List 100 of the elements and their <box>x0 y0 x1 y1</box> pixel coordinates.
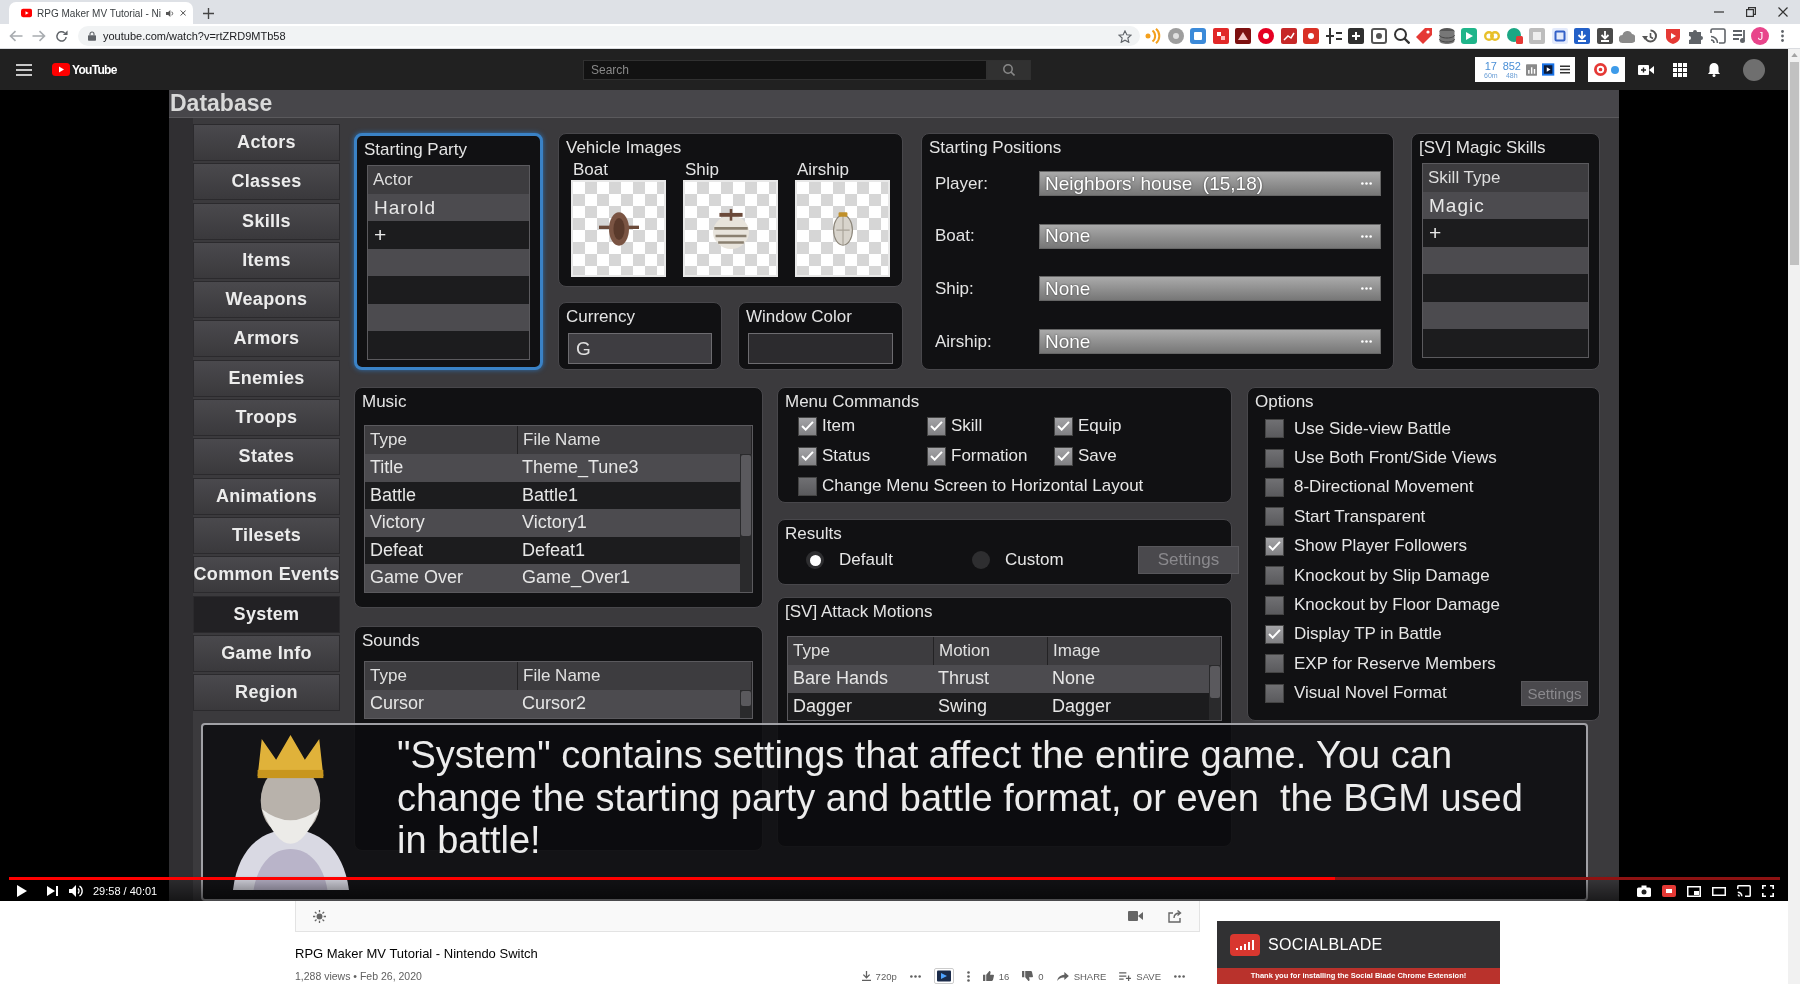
image-preview[interactable] <box>571 180 666 277</box>
like-button[interactable]: 16 <box>982 970 1010 982</box>
sidebar-button[interactable]: Enemies <box>193 359 340 397</box>
tile-icon[interactable] <box>1280 28 1297 44</box>
cloud-icon[interactable] <box>1619 28 1636 44</box>
table-row[interactable]: Title Theme_Tune3 <box>365 454 740 482</box>
radio-label[interactable]: Default <box>839 550 893 570</box>
checkbox-label[interactable]: Show Player Followers <box>1294 536 1467 557</box>
sidebar-button[interactable]: System <box>193 595 340 633</box>
checkbox-label[interactable]: Formation <box>951 446 1028 466</box>
progress-track[interactable] <box>9 877 1780 880</box>
sidebar-button[interactable]: Region <box>193 674 340 712</box>
download-tile-icon[interactable] <box>1574 28 1591 44</box>
cast-icon[interactable] <box>1709 28 1726 44</box>
tile-icon[interactable] <box>1190 28 1207 44</box>
menu-icon[interactable] <box>1559 65 1570 74</box>
ring-icon[interactable] <box>1594 63 1607 76</box>
sidebar-button[interactable]: Common Events <box>193 556 340 594</box>
share-button[interactable]: SHARE <box>1056 970 1107 982</box>
stack-icon[interactable] <box>1438 28 1455 44</box>
apps-grid-icon[interactable] <box>1673 62 1687 77</box>
sidebar-button[interactable]: Weapons <box>193 281 340 319</box>
close-icon[interactable] <box>179 9 186 17</box>
quality-button[interactable]: 720p <box>861 970 897 982</box>
restore-icon[interactable] <box>1746 7 1756 17</box>
checkbox[interactable] <box>798 446 817 466</box>
checkbox[interactable] <box>1265 536 1284 556</box>
magnifier-icon[interactable] <box>1393 28 1410 44</box>
share-icon[interactable] <box>1168 909 1182 923</box>
add-item-row[interactable]: + <box>1423 219 1588 247</box>
create-video-icon[interactable] <box>1638 63 1654 76</box>
puzzle-icon[interactable] <box>1687 28 1704 44</box>
checkbox-label[interactable]: Knockout by Floor Damage <box>1294 595 1500 616</box>
list-item[interactable]: Magic <box>1423 191 1588 219</box>
camera-icon[interactable] <box>1637 885 1651 897</box>
checkbox-label[interactable]: Equip <box>1078 416 1122 436</box>
checkbox-label[interactable]: Start Transparent <box>1294 506 1426 527</box>
disc-icon[interactable] <box>1257 28 1274 44</box>
table-row[interactable]: Cursor Cursor2 <box>365 690 740 718</box>
checkbox[interactable] <box>1265 477 1284 497</box>
theater-icon[interactable] <box>1712 886 1726 896</box>
sidebar-button[interactable]: Actors <box>193 124 340 161</box>
checkbox[interactable] <box>798 416 817 436</box>
checkbox[interactable] <box>1265 507 1284 527</box>
tile-icon[interactable] <box>1303 28 1320 44</box>
sidebar-button[interactable]: Items <box>193 241 340 279</box>
plus-icon[interactable] <box>203 8 214 19</box>
list-item[interactable]: Harold <box>368 193 529 221</box>
history-icon[interactable] <box>1642 28 1659 44</box>
disc-icon[interactable] <box>1506 28 1523 44</box>
dislike-button[interactable]: 0 <box>1022 970 1044 982</box>
checkbox[interactable] <box>1265 624 1284 644</box>
next-icon[interactable] <box>47 886 58 896</box>
tile-icon[interactable] <box>1551 28 1568 44</box>
checkbox[interactable] <box>1265 654 1284 674</box>
plus-lines-icon[interactable] <box>1325 28 1342 44</box>
scrollbar-thumb[interactable] <box>1789 62 1799 265</box>
sidebar-button[interactable]: Game Info <box>193 634 340 672</box>
currency-field[interactable]: G <box>568 333 712 364</box>
checkbox[interactable] <box>1265 595 1284 615</box>
checkbox-label[interactable]: Status <box>822 446 871 466</box>
shield-icon[interactable] <box>1664 28 1681 44</box>
miniplayer-icon[interactable] <box>1687 885 1701 897</box>
checkbox-label[interactable]: Save <box>1078 446 1117 466</box>
tile-icon[interactable] <box>1212 28 1229 44</box>
fullscreen-icon[interactable] <box>1762 885 1774 897</box>
play-tile-icon[interactable] <box>933 968 954 984</box>
checkbox-label[interactable]: Display TP in Battle <box>1294 624 1442 645</box>
checkbox-label[interactable]: Use Side-view Battle <box>1294 418 1451 439</box>
sidebar-button[interactable]: Armors <box>193 320 340 358</box>
tile-icon[interactable] <box>1348 28 1365 44</box>
bar-chart-icon[interactable] <box>1526 63 1538 76</box>
checkbox-label[interactable]: Change Menu Screen to Horizontal Layout <box>822 476 1144 496</box>
color-field[interactable] <box>748 333 893 364</box>
volume-icon[interactable] <box>69 885 83 897</box>
checkbox[interactable] <box>1265 566 1284 586</box>
table-row[interactable]: Victory Victory1 <box>365 509 740 537</box>
search-field[interactable]: Search <box>583 59 987 80</box>
kebab-icon[interactable] <box>966 970 970 982</box>
save-button[interactable]: SAVE <box>1119 970 1161 982</box>
checkbox[interactable] <box>798 476 817 496</box>
kebab-menu-icon[interactable] <box>1781 30 1785 42</box>
checkbox-label[interactable]: Visual Novel Format <box>1294 683 1447 704</box>
profile-button[interactable]: J <box>1751 27 1770 45</box>
radio-button[interactable] <box>806 551 824 569</box>
youtube-logo[interactable]: YouTube <box>52 62 117 77</box>
square-icon[interactable] <box>1370 28 1387 44</box>
video-camera-icon[interactable] <box>1128 911 1143 921</box>
play-icon[interactable] <box>17 885 27 897</box>
radio-label[interactable]: Custom <box>1005 550 1064 570</box>
bell-icon[interactable] <box>1707 62 1721 77</box>
sun-icon[interactable] <box>313 909 326 923</box>
image-preview[interactable] <box>683 180 778 277</box>
checkbox-label[interactable]: EXP for Reserve Members <box>1294 653 1496 674</box>
address-field[interactable]: youtube.com/watch?v=rtZRD9MTb58 <box>78 26 1140 46</box>
dots-icon[interactable] <box>909 974 921 978</box>
close-icon[interactable] <box>1778 7 1788 17</box>
browser-tab[interactable]: RPG Maker MV Tutorial - Ni <box>9 2 193 24</box>
checkbox-label[interactable]: Use Both Front/Side Views <box>1294 448 1497 469</box>
add-item-row[interactable]: + <box>368 221 529 249</box>
